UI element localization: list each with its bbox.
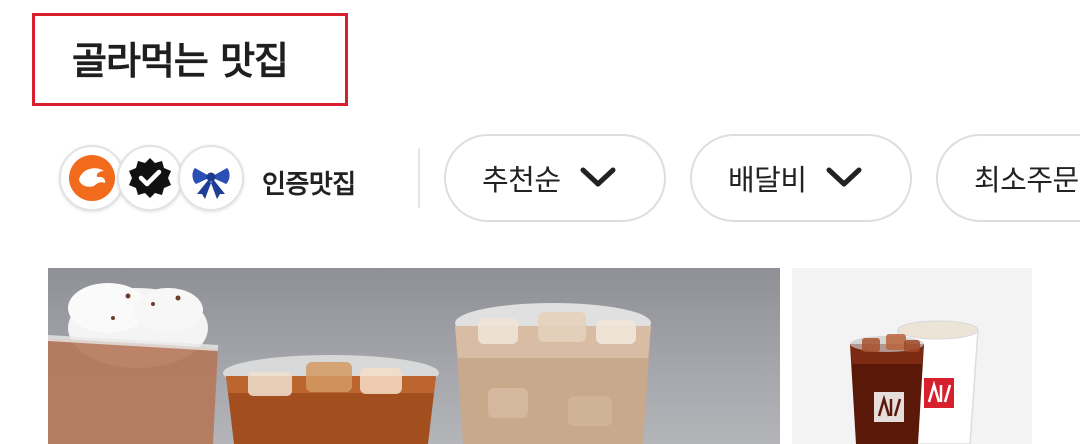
flame-bird-icon bbox=[59, 145, 125, 211]
chip-label: 추천순 bbox=[482, 163, 561, 197]
iced-coffee-drinks-photo bbox=[48, 283, 651, 444]
chip-label: 최소주문 bbox=[974, 163, 1079, 197]
section-title: 골라먹는 맛집 bbox=[72, 39, 289, 83]
chevron-down-icon bbox=[580, 167, 616, 187]
min-order-chip[interactable]: 최소주문 bbox=[936, 134, 1080, 222]
sort-recommended-chip[interactable]: 추천순 bbox=[444, 134, 666, 222]
verified-filter[interactable]: 인증맛집 bbox=[56, 134, 386, 222]
verified-filter-label: 인증맛집 bbox=[262, 170, 356, 200]
blue-ribbon-icon bbox=[178, 145, 244, 211]
mammoth-coffee-cups-photo bbox=[850, 320, 979, 444]
restaurant-card-image[interactable] bbox=[792, 268, 1032, 444]
chevron-down-icon bbox=[826, 167, 862, 187]
restaurant-card-image[interactable] bbox=[48, 268, 780, 444]
checkmark-seal-icon bbox=[117, 145, 183, 211]
delivery-fee-chip[interactable]: 배달비 bbox=[690, 134, 912, 222]
chip-label: 배달비 bbox=[728, 163, 807, 197]
filter-divider bbox=[418, 148, 420, 208]
filter-bar: 인증맛집 추천순 배달비 최소주문 bbox=[0, 134, 1080, 224]
